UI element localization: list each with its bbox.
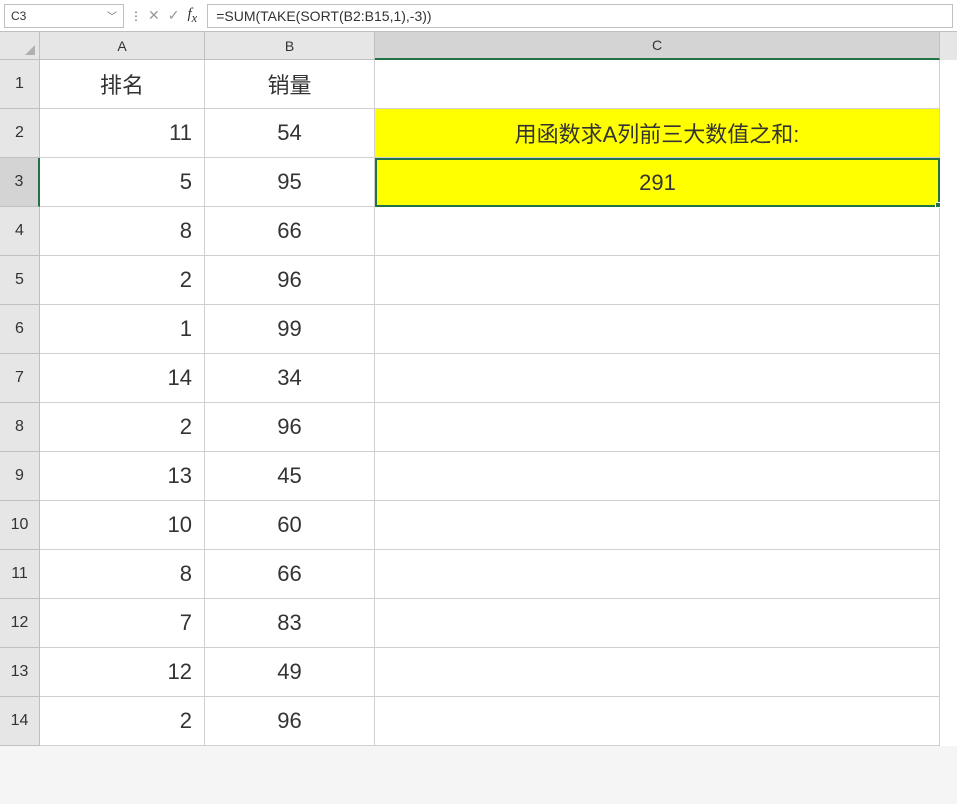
cell-c12[interactable] <box>375 599 940 648</box>
cell-c8[interactable] <box>375 403 940 452</box>
row-13: 13 12 49 <box>0 648 957 697</box>
cell-a2[interactable]: 11 <box>40 109 205 158</box>
cell-b10[interactable]: 60 <box>205 501 375 550</box>
row-header-4[interactable]: 4 <box>0 207 40 256</box>
formula-input[interactable]: =SUM(TAKE(SORT(B2:B15,1),-3)) <box>207 4 953 28</box>
cell-a1[interactable]: 排名 <box>40 60 205 109</box>
column-header-c[interactable]: C <box>375 32 940 60</box>
row-1: 1 排名 销量 <box>0 60 957 109</box>
row-header-14[interactable]: 14 <box>0 697 40 746</box>
row-9: 9 13 45 <box>0 452 957 501</box>
name-box-value: C3 <box>11 9 26 23</box>
row-header-11[interactable]: 11 <box>0 550 40 599</box>
cell-c13[interactable] <box>375 648 940 697</box>
cell-a4[interactable]: 8 <box>40 207 205 256</box>
row-header-13[interactable]: 13 <box>0 648 40 697</box>
cell-c7[interactable] <box>375 354 940 403</box>
cell-a13[interactable]: 12 <box>40 648 205 697</box>
row-12: 12 7 83 <box>0 599 957 648</box>
cell-b8[interactable]: 96 <box>205 403 375 452</box>
cell-a14[interactable]: 2 <box>40 697 205 746</box>
cell-a5[interactable]: 2 <box>40 256 205 305</box>
formula-separator: ⋮ <box>130 9 142 23</box>
select-all-triangle-icon <box>25 45 35 55</box>
row-3: 3 5 95 291 <box>0 158 957 207</box>
row-header-6[interactable]: 6 <box>0 305 40 354</box>
row-header-7[interactable]: 7 <box>0 354 40 403</box>
row-header-1[interactable]: 1 <box>0 60 40 109</box>
cell-c3-value: 291 <box>639 170 676 196</box>
cell-c2[interactable]: 用函数求A列前三大数值之和: <box>375 109 940 158</box>
cell-a6[interactable]: 1 <box>40 305 205 354</box>
formula-buttons: ✕ ✓ fx <box>148 6 199 26</box>
column-header-a[interactable]: A <box>40 32 205 60</box>
column-header-row: A B C <box>0 32 957 60</box>
cell-c11[interactable] <box>375 550 940 599</box>
row-5: 5 2 96 <box>0 256 957 305</box>
row-4: 4 8 66 <box>0 207 957 256</box>
formula-bar: C3 ﹀ ⋮ ✕ ✓ fx =SUM(TAKE(SORT(B2:B15,1),-… <box>0 0 957 32</box>
fx-icon[interactable]: fx <box>187 6 197 26</box>
cell-b1[interactable]: 销量 <box>205 60 375 109</box>
row-header-9[interactable]: 9 <box>0 452 40 501</box>
spreadsheet-grid: A B C 1 排名 销量 2 11 54 用函数求A列前三大数值之和: 3 5… <box>0 32 957 746</box>
confirm-formula-icon[interactable]: ✓ <box>168 7 180 24</box>
row-header-2[interactable]: 2 <box>0 109 40 158</box>
cell-c9[interactable] <box>375 452 940 501</box>
cell-b2[interactable]: 54 <box>205 109 375 158</box>
cell-c14[interactable] <box>375 697 940 746</box>
formula-text: =SUM(TAKE(SORT(B2:B15,1),-3)) <box>216 8 431 24</box>
cell-a8[interactable]: 2 <box>40 403 205 452</box>
row-header-8[interactable]: 8 <box>0 403 40 452</box>
cell-b3[interactable]: 95 <box>205 158 375 207</box>
cell-b13[interactable]: 49 <box>205 648 375 697</box>
cell-b7[interactable]: 34 <box>205 354 375 403</box>
cell-b6[interactable]: 99 <box>205 305 375 354</box>
cell-a10[interactable]: 10 <box>40 501 205 550</box>
row-2: 2 11 54 用函数求A列前三大数值之和: <box>0 109 957 158</box>
cell-c1[interactable] <box>375 60 940 109</box>
cell-a12[interactable]: 7 <box>40 599 205 648</box>
cell-b9[interactable]: 45 <box>205 452 375 501</box>
name-box-dropdown-icon[interactable]: ﹀ <box>107 8 117 23</box>
cell-b12[interactable]: 83 <box>205 599 375 648</box>
cancel-formula-icon[interactable]: ✕ <box>148 7 160 24</box>
select-all-corner[interactable] <box>0 32 40 60</box>
cell-b11[interactable]: 66 <box>205 550 375 599</box>
cell-a3[interactable]: 5 <box>40 158 205 207</box>
column-header-b[interactable]: B <box>205 32 375 60</box>
cell-b5[interactable]: 96 <box>205 256 375 305</box>
cell-b14[interactable]: 96 <box>205 697 375 746</box>
row-6: 6 1 99 <box>0 305 957 354</box>
cell-c5[interactable] <box>375 256 940 305</box>
row-10: 10 10 60 <box>0 501 957 550</box>
row-header-10[interactable]: 10 <box>0 501 40 550</box>
name-box[interactable]: C3 ﹀ <box>4 4 124 28</box>
cell-c3-selected[interactable]: 291 <box>375 158 940 207</box>
cell-c4[interactable] <box>375 207 940 256</box>
row-11: 11 8 66 <box>0 550 957 599</box>
row-14: 14 2 96 <box>0 697 957 746</box>
row-8: 8 2 96 <box>0 403 957 452</box>
row-header-3[interactable]: 3 <box>0 158 40 207</box>
cell-c10[interactable] <box>375 501 940 550</box>
cell-c6[interactable] <box>375 305 940 354</box>
cell-a9[interactable]: 13 <box>40 452 205 501</box>
cell-a11[interactable]: 8 <box>40 550 205 599</box>
cell-a7[interactable]: 14 <box>40 354 205 403</box>
row-header-12[interactable]: 12 <box>0 599 40 648</box>
row-header-5[interactable]: 5 <box>0 256 40 305</box>
fill-handle[interactable] <box>935 202 941 208</box>
cell-b4[interactable]: 66 <box>205 207 375 256</box>
row-7: 7 14 34 <box>0 354 957 403</box>
